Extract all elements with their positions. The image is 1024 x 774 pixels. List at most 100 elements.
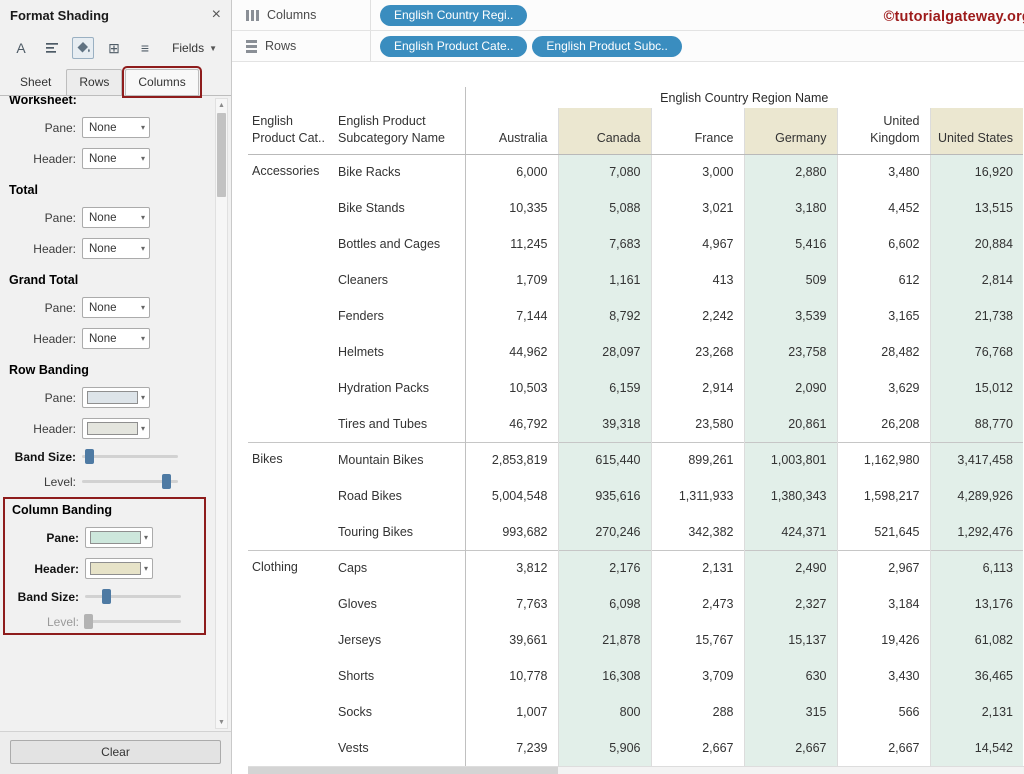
value-cell[interactable]: 3,480 [837, 154, 930, 190]
value-cell[interactable]: 3,184 [837, 586, 930, 622]
column-banding-pane-color-dropdown[interactable]: ▾ [85, 527, 153, 548]
clear-button[interactable]: Clear [10, 740, 221, 764]
value-cell[interactable]: 28,097 [558, 334, 651, 370]
value-cell[interactable]: 2,327 [744, 586, 837, 622]
value-cell[interactable]: 23,758 [744, 334, 837, 370]
tab-columns[interactable]: Columns [125, 69, 198, 95]
value-cell[interactable]: 76,768 [930, 334, 1023, 370]
value-cell[interactable]: 16,308 [558, 658, 651, 694]
column-banding-level-slider[interactable] [85, 614, 181, 629]
fields-dropdown[interactable]: Fields ▼ [168, 39, 221, 57]
worksheet-pane-dropdown[interactable]: None▾ [82, 117, 150, 138]
row-header-subcategory[interactable]: English Product Subcategory Name [334, 87, 465, 154]
value-cell[interactable]: 5,004,548 [465, 478, 558, 514]
value-cell[interactable]: 315 [744, 694, 837, 730]
value-cell[interactable]: 899,261 [651, 442, 744, 478]
value-cell[interactable]: 3,629 [837, 370, 930, 406]
lines-icon[interactable]: ≡ [134, 37, 156, 59]
shading-icon[interactable] [72, 37, 94, 59]
value-cell[interactable]: 2,667 [651, 730, 744, 766]
column-header-united-kingdom[interactable]: United Kingdom [837, 108, 930, 154]
value-cell[interactable]: 3,180 [744, 190, 837, 226]
column-banding-band-size-slider[interactable] [85, 589, 181, 604]
value-cell[interactable]: 2,131 [930, 694, 1023, 730]
subcategory-cell[interactable]: Jerseys [334, 622, 465, 658]
subcategory-cell[interactable]: Fenders [334, 298, 465, 334]
value-cell[interactable]: 10,778 [465, 658, 558, 694]
value-cell[interactable]: 509 [744, 262, 837, 298]
row-banding-header-color-dropdown[interactable]: ▾ [82, 418, 150, 439]
value-cell[interactable]: 6,159 [558, 370, 651, 406]
value-cell[interactable]: 566 [837, 694, 930, 730]
subcategory-cell[interactable]: Cleaners [334, 262, 465, 298]
value-cell[interactable]: 6,000 [465, 154, 558, 190]
value-cell[interactable]: 521,645 [837, 514, 930, 550]
value-cell[interactable]: 2,967 [837, 550, 930, 586]
value-cell[interactable]: 28,482 [837, 334, 930, 370]
value-cell[interactable]: 1,311,933 [651, 478, 744, 514]
value-cell[interactable]: 6,098 [558, 586, 651, 622]
value-cell[interactable]: 1,161 [558, 262, 651, 298]
value-cell[interactable]: 21,738 [930, 298, 1023, 334]
value-cell[interactable]: 3,430 [837, 658, 930, 694]
column-header-germany[interactable]: Germany [744, 108, 837, 154]
value-cell[interactable]: 21,878 [558, 622, 651, 658]
column-banding-header-color-dropdown[interactable]: ▾ [85, 558, 153, 579]
value-cell[interactable]: 16,920 [930, 154, 1023, 190]
value-cell[interactable]: 15,767 [651, 622, 744, 658]
column-header-united-states[interactable]: United States [930, 108, 1023, 154]
tab-rows[interactable]: Rows [66, 69, 122, 95]
value-cell[interactable]: 630 [744, 658, 837, 694]
slider-thumb[interactable] [162, 474, 171, 489]
slider-thumb[interactable] [85, 449, 94, 464]
value-cell[interactable]: 1,162,980 [837, 442, 930, 478]
value-cell[interactable]: 19,426 [837, 622, 930, 658]
value-cell[interactable]: 3,539 [744, 298, 837, 334]
subcategory-cell[interactable]: Gloves [334, 586, 465, 622]
value-cell[interactable]: 23,268 [651, 334, 744, 370]
value-cell[interactable]: 10,503 [465, 370, 558, 406]
subcategory-cell[interactable]: Socks [334, 694, 465, 730]
value-cell[interactable]: 413 [651, 262, 744, 298]
value-cell[interactable]: 7,144 [465, 298, 558, 334]
value-cell[interactable]: 3,417,458 [930, 442, 1023, 478]
value-cell[interactable]: 1,292,476 [930, 514, 1023, 550]
value-cell[interactable]: 2,914 [651, 370, 744, 406]
worksheet-header-dropdown[interactable]: None▾ [82, 148, 150, 169]
value-cell[interactable]: 6,602 [837, 226, 930, 262]
value-cell[interactable]: 2,814 [930, 262, 1023, 298]
value-cell[interactable]: 14,542 [930, 730, 1023, 766]
subcategory-cell[interactable]: Bike Racks [334, 154, 465, 190]
value-cell[interactable]: 2,490 [744, 550, 837, 586]
value-cell[interactable]: 2,667 [744, 730, 837, 766]
subcategory-cell[interactable]: Hydration Packs [334, 370, 465, 406]
value-cell[interactable]: 5,416 [744, 226, 837, 262]
value-cell[interactable]: 36,465 [930, 658, 1023, 694]
value-cell[interactable]: 7,683 [558, 226, 651, 262]
value-cell[interactable]: 2,667 [837, 730, 930, 766]
scrollbar-thumb[interactable] [248, 767, 558, 774]
value-cell[interactable]: 1,709 [465, 262, 558, 298]
value-cell[interactable]: 7,080 [558, 154, 651, 190]
value-cell[interactable]: 7,763 [465, 586, 558, 622]
value-cell[interactable]: 1,598,217 [837, 478, 930, 514]
value-cell[interactable]: 935,616 [558, 478, 651, 514]
horizontal-scrollbar[interactable] [248, 766, 1024, 774]
value-cell[interactable]: 6,113 [930, 550, 1023, 586]
row-banding-level-slider[interactable] [82, 474, 178, 489]
value-cell[interactable]: 615,440 [558, 442, 651, 478]
subcategory-cell[interactable]: Touring Bikes [334, 514, 465, 550]
scroll-up-icon[interactable]: ▲ [216, 99, 227, 111]
value-cell[interactable]: 26,208 [837, 406, 930, 442]
value-cell[interactable]: 1,007 [465, 694, 558, 730]
category-cell[interactable]: Clothing [248, 550, 334, 766]
value-cell[interactable]: 46,792 [465, 406, 558, 442]
row-banding-pane-color-dropdown[interactable]: ▾ [82, 387, 150, 408]
category-cell[interactable]: Accessories [248, 154, 334, 442]
value-cell[interactable]: 15,012 [930, 370, 1023, 406]
value-cell[interactable]: 2,131 [651, 550, 744, 586]
value-cell[interactable]: 13,176 [930, 586, 1023, 622]
subcategory-cell[interactable]: Road Bikes [334, 478, 465, 514]
column-header-australia[interactable]: Australia [465, 108, 558, 154]
value-cell[interactable]: 3,709 [651, 658, 744, 694]
